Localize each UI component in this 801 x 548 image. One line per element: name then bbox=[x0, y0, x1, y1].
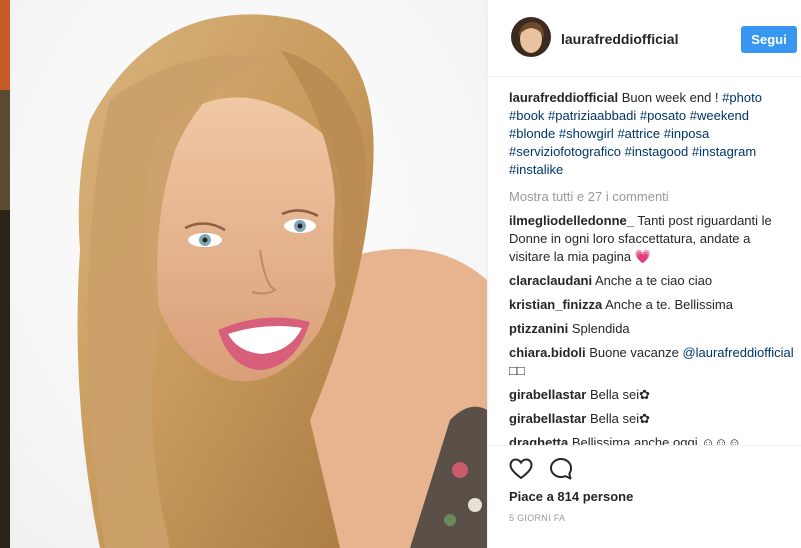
avatar[interactable] bbox=[511, 17, 551, 57]
comment-item: ptizzanini Splendida bbox=[509, 320, 795, 338]
comment-username[interactable]: claraclaudani bbox=[509, 273, 592, 288]
comment-bubble-icon[interactable] bbox=[548, 456, 574, 482]
action-bar bbox=[508, 456, 574, 482]
comments-section: laurafreddiofficial Buon week end ! #pho… bbox=[509, 89, 795, 445]
background-strip bbox=[0, 0, 10, 548]
post-caption: laurafreddiofficial Buon week end ! #pho… bbox=[509, 89, 795, 179]
hashtag[interactable]: #inposa bbox=[664, 126, 710, 141]
comment-text: Splendida bbox=[568, 321, 630, 336]
post-header: laurafreddiofficial Segui bbox=[488, 0, 801, 77]
post-timestamp: 5 GIORNI FA bbox=[509, 513, 566, 523]
comment-mention[interactable]: @laurafreddiofficial bbox=[682, 345, 793, 360]
comment-item: kristian_finizza Anche a te. Bellissima bbox=[509, 296, 795, 314]
comment-item: ilmegliodelledonne_ Tanti post riguardan… bbox=[509, 212, 795, 266]
comment-item: girabellastar Bella sei✿ bbox=[509, 386, 795, 404]
hashtag[interactable]: #instalike bbox=[509, 162, 563, 177]
hashtag[interactable]: #showgirl bbox=[559, 126, 614, 141]
post-sidebar: laurafreddiofficial Segui laurafreddioff… bbox=[487, 0, 801, 548]
author-username[interactable]: laurafreddiofficial bbox=[561, 31, 678, 47]
hashtag[interactable]: #blonde bbox=[509, 126, 555, 141]
comment-username[interactable]: draghetta bbox=[509, 435, 568, 445]
hashtag[interactable]: #instagram bbox=[692, 144, 756, 159]
comment-text: Anche a te ciao ciao bbox=[592, 273, 713, 288]
hashtag[interactable]: #attrice bbox=[617, 126, 660, 141]
comment-item: claraclaudani Anche a te ciao ciao bbox=[509, 272, 795, 290]
post-footer: Piace a 814 persone 5 GIORNI FA bbox=[488, 445, 801, 548]
hashtag[interactable]: #weekend bbox=[690, 108, 749, 123]
comment-item: chiara.bidoli Buone vacanze @laurafreddi… bbox=[509, 344, 795, 380]
comment-text: Bella sei✿ bbox=[586, 387, 650, 402]
comment-username[interactable]: girabellastar bbox=[509, 387, 586, 402]
comment-item: draghetta Bellissima anche oggi ☺☺☺ bbox=[509, 434, 795, 445]
comment-username[interactable]: ptizzanini bbox=[509, 321, 568, 336]
comment-suffix: □□ bbox=[509, 363, 525, 378]
comment-item: girabellastar Bella sei✿ bbox=[509, 410, 795, 428]
hashtag[interactable]: #posato bbox=[640, 108, 686, 123]
hashtag[interactable]: #book bbox=[509, 108, 544, 123]
comment-text: Bellissima anche oggi ☺☺☺ bbox=[568, 435, 742, 445]
comment-text: Bella sei✿ bbox=[586, 411, 650, 426]
comment-username[interactable]: kristian_finizza bbox=[509, 297, 602, 312]
caption-text: Buon week end ! bbox=[618, 90, 723, 105]
comment-username[interactable]: ilmegliodelledonne_ bbox=[509, 213, 634, 228]
comment-text: Buone vacanze bbox=[585, 345, 683, 360]
hashtag[interactable]: #photo bbox=[722, 90, 762, 105]
comment-text: Anche a te. Bellissima bbox=[602, 297, 733, 312]
caption-author[interactable]: laurafreddiofficial bbox=[509, 90, 618, 105]
follow-button[interactable]: Segui bbox=[741, 26, 797, 53]
likes-count[interactable]: Piace a 814 persone bbox=[509, 489, 633, 504]
hashtag[interactable]: #instagood bbox=[625, 144, 689, 159]
hashtag[interactable]: #patriziaabbadi bbox=[548, 108, 636, 123]
show-all-comments-link[interactable]: Mostra tutti e 27 i commenti bbox=[509, 188, 795, 206]
heart-outline-icon[interactable] bbox=[508, 456, 534, 482]
hashtag[interactable]: #serviziofotografico bbox=[509, 144, 621, 159]
comment-username[interactable]: chiara.bidoli bbox=[509, 345, 586, 360]
comment-username[interactable]: girabellastar bbox=[509, 411, 586, 426]
post-photo[interactable] bbox=[10, 0, 487, 548]
